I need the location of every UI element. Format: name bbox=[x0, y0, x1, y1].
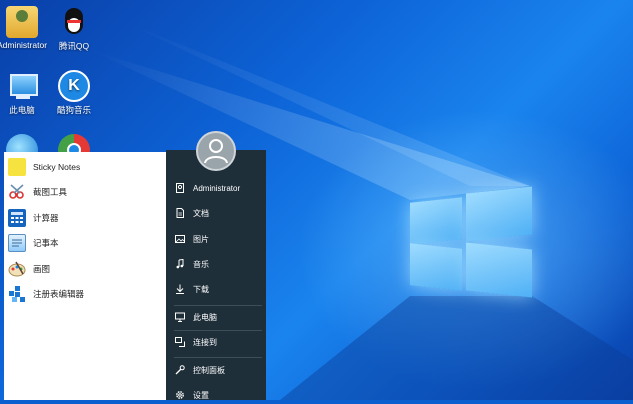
app-label: 注册表编辑器 bbox=[33, 289, 85, 300]
app-label: Sticky Notes bbox=[33, 161, 81, 172]
download-icon bbox=[175, 284, 185, 294]
music-icon bbox=[175, 258, 185, 269]
start-item-label: 下载 bbox=[193, 284, 209, 294]
document-icon bbox=[175, 208, 185, 218]
user-avatar[interactable] bbox=[196, 131, 236, 171]
app-sticky-notes[interactable]: Sticky Notes bbox=[4, 154, 166, 180]
desktop-icon-kugou[interactable]: K 酷狗音乐 bbox=[38, 70, 110, 116]
start-item-label: 音乐 bbox=[193, 259, 209, 269]
computer-icon bbox=[175, 312, 185, 322]
paint-icon bbox=[8, 260, 26, 278]
user-silhouette-icon bbox=[204, 139, 228, 164]
start-item-label: 此电脑 bbox=[193, 312, 217, 322]
sticky-notes-icon bbox=[8, 157, 26, 176]
desktop-icon-qq[interactable]: 腾讯QQ bbox=[38, 6, 110, 52]
desktop-icon-label: 腾讯QQ bbox=[58, 41, 90, 51]
user-folder-icon bbox=[6, 6, 38, 38]
start-item-label: 图片 bbox=[193, 234, 209, 244]
start-item-label: 文档 bbox=[193, 208, 209, 218]
start-menu-app-list: Sticky Notes 截图工具 计算器 记事本 画图 注册表编辑器 bbox=[4, 152, 166, 400]
control-panel-icon bbox=[175, 365, 185, 375]
start-menu-divider bbox=[174, 305, 262, 306]
app-calculator[interactable]: 计算器 bbox=[4, 205, 166, 231]
app-notepad[interactable]: 记事本 bbox=[4, 231, 166, 257]
settings-gear-icon bbox=[175, 390, 185, 400]
start-item-pictures[interactable]: 图片 bbox=[166, 230, 266, 248]
start-item-this-pc[interactable]: 此电脑 bbox=[166, 308, 266, 326]
desktop-icon-label: 酷狗音乐 bbox=[56, 105, 91, 115]
start-menu-places: Administrator 文档 图片 音乐 下载 此电脑 连接到 控制面板 设… bbox=[166, 150, 266, 400]
start-item-downloads[interactable]: 下载 bbox=[166, 280, 266, 298]
kugou-music-icon: K bbox=[58, 70, 90, 102]
user-icon bbox=[175, 183, 185, 193]
start-item-settings[interactable]: 设置 bbox=[166, 386, 266, 404]
app-registry-editor[interactable]: 注册表编辑器 bbox=[4, 282, 166, 308]
registry-editor-icon bbox=[8, 285, 26, 303]
start-item-label: 控制面板 bbox=[193, 365, 225, 375]
app-label: 计算器 bbox=[33, 212, 59, 223]
start-item-label: Administrator bbox=[193, 183, 241, 193]
picture-icon bbox=[175, 234, 185, 244]
start-item-music[interactable]: 音乐 bbox=[166, 255, 266, 273]
app-label: 记事本 bbox=[33, 238, 59, 249]
qq-penguin-icon bbox=[58, 6, 90, 38]
start-item-documents[interactable]: 文档 bbox=[166, 204, 266, 222]
calculator-icon bbox=[8, 208, 26, 227]
connect-icon bbox=[175, 337, 185, 347]
notepad-icon bbox=[8, 234, 26, 253]
start-item-label: 设置 bbox=[193, 390, 209, 400]
windows-logo bbox=[410, 186, 532, 298]
start-item-label: 连接到 bbox=[193, 337, 217, 347]
start-item-control-panel[interactable]: 控制面板 bbox=[166, 361, 266, 379]
snipping-tool-icon bbox=[8, 183, 26, 201]
start-menu-divider bbox=[174, 357, 262, 358]
computer-icon bbox=[6, 70, 38, 102]
start-item-connect[interactable]: 连接到 bbox=[166, 333, 266, 351]
app-label: 画图 bbox=[33, 263, 51, 274]
app-paint[interactable]: 画图 bbox=[4, 256, 166, 282]
app-label: 截图工具 bbox=[33, 187, 68, 198]
start-menu-divider bbox=[174, 330, 262, 331]
start-item-user[interactable]: Administrator bbox=[166, 179, 266, 197]
app-snipping-tool[interactable]: 截图工具 bbox=[4, 180, 166, 206]
